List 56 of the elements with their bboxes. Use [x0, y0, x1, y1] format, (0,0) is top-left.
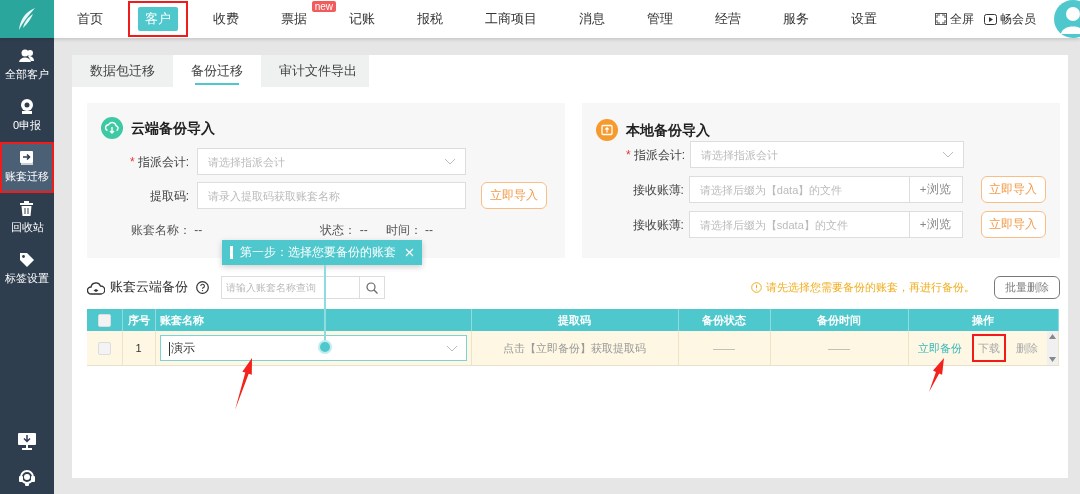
sidebar-item[interactable]: 回收站	[0, 193, 54, 244]
table-cell: 点击【立即备份】获取提取码	[503, 341, 646, 354]
nav-item[interactable]: 首页	[70, 7, 110, 31]
list-title: 账套云端备份	[110, 279, 188, 297]
required-asterisk: *	[130, 154, 135, 169]
nav-item[interactable]: 经营	[708, 7, 748, 31]
field-label: 指派会计:	[137, 154, 189, 169]
info-text: 账套名称： --	[131, 222, 203, 239]
nav-item[interactable]: 票据	[274, 7, 314, 31]
column-header: 账套名称	[159, 313, 204, 326]
sidebar-item[interactable]: 全部客户	[0, 40, 54, 91]
info-text: 时间： --	[385, 222, 433, 239]
nav-item[interactable]: 工商项目	[478, 7, 544, 31]
tab[interactable]: 审计文件导出	[261, 55, 375, 87]
nav-item[interactable]: 消息	[572, 7, 612, 31]
fullscreen-link[interactable]: 全屏	[950, 10, 974, 28]
nav-item[interactable]: 管理	[640, 7, 680, 31]
field-label: 接收账薄:	[632, 182, 684, 197]
field-label: 提取码:	[149, 188, 189, 203]
nav-item[interactable]: 服务	[776, 7, 816, 31]
nav-item[interactable]: 记账	[342, 7, 382, 31]
tab[interactable]: 备份迁移	[173, 55, 261, 87]
field-label: 接收账薄:	[632, 217, 684, 232]
required-asterisk: *	[626, 147, 631, 162]
section-title: 本地备份导入	[626, 120, 710, 140]
sidebar-item[interactable]: 账套迁移	[0, 142, 54, 193]
select-field[interactable]: 请选择指派会计	[690, 141, 964, 168]
search-field[interactable]: 请输入账套名称查询	[221, 276, 360, 299]
table-cell: ——	[713, 341, 735, 354]
column-header: 序号	[127, 313, 150, 326]
vip-link[interactable]: 畅会员	[1000, 10, 1036, 28]
browse-button[interactable]: +浏览	[909, 211, 963, 238]
input-field[interactable]: 请录入提取码获取账套名称	[197, 182, 466, 209]
nav-item[interactable]: 报税	[410, 7, 450, 31]
select-field[interactable]: 请选择指派会计	[197, 148, 466, 175]
column-header: 备份时间	[817, 313, 861, 326]
section-title: 云端备份导入	[131, 118, 215, 138]
tab[interactable]: 数据包迁移	[72, 55, 173, 87]
file-field[interactable]: 请选择后缀为【data】的文件	[688, 176, 910, 203]
table-cell: ——	[828, 341, 850, 354]
sidebar-item[interactable]: 0申报	[0, 91, 54, 142]
notice-text: 请先选择您需要备份的账套，再进行备份。	[766, 280, 975, 296]
column-header: 提取码	[558, 313, 591, 326]
nav-item[interactable]: 设置	[844, 7, 884, 31]
tooltip-text: 第一步：选择您要备份的账套	[240, 244, 396, 260]
table-cell: 1	[135, 341, 142, 354]
column-header: 操作	[972, 313, 994, 326]
column-header: 备份状态	[702, 313, 746, 326]
nav-item[interactable]: 收费	[206, 7, 246, 31]
browse-button[interactable]: +浏览	[909, 176, 963, 203]
file-field[interactable]: 请选择后缀为【sdata】的文件	[688, 211, 910, 238]
account-select[interactable]: 演示	[159, 335, 467, 361]
new-badge: new	[311, 1, 336, 12]
info-text: 状态： --	[320, 222, 368, 239]
sidebar-item[interactable]: 标签设置	[0, 244, 54, 295]
field-label: 指派会计:	[633, 147, 685, 162]
